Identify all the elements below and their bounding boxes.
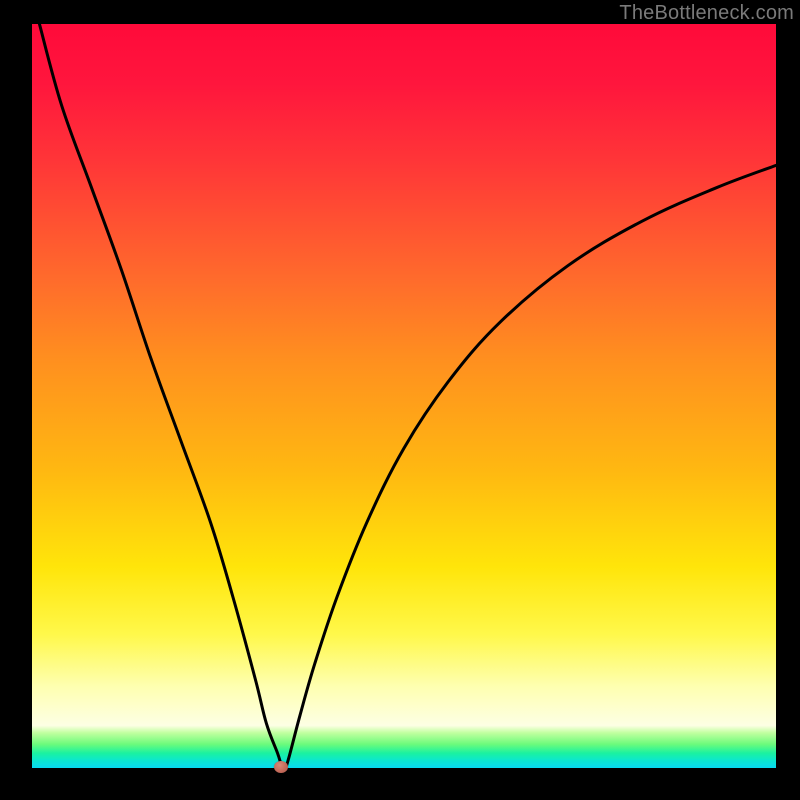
min-point-marker xyxy=(274,761,288,773)
chart-canvas: TheBottleneck.com xyxy=(0,0,800,800)
watermark-text: TheBottleneck.com xyxy=(619,2,794,25)
plot-area xyxy=(32,24,776,768)
curve-line xyxy=(32,24,776,768)
